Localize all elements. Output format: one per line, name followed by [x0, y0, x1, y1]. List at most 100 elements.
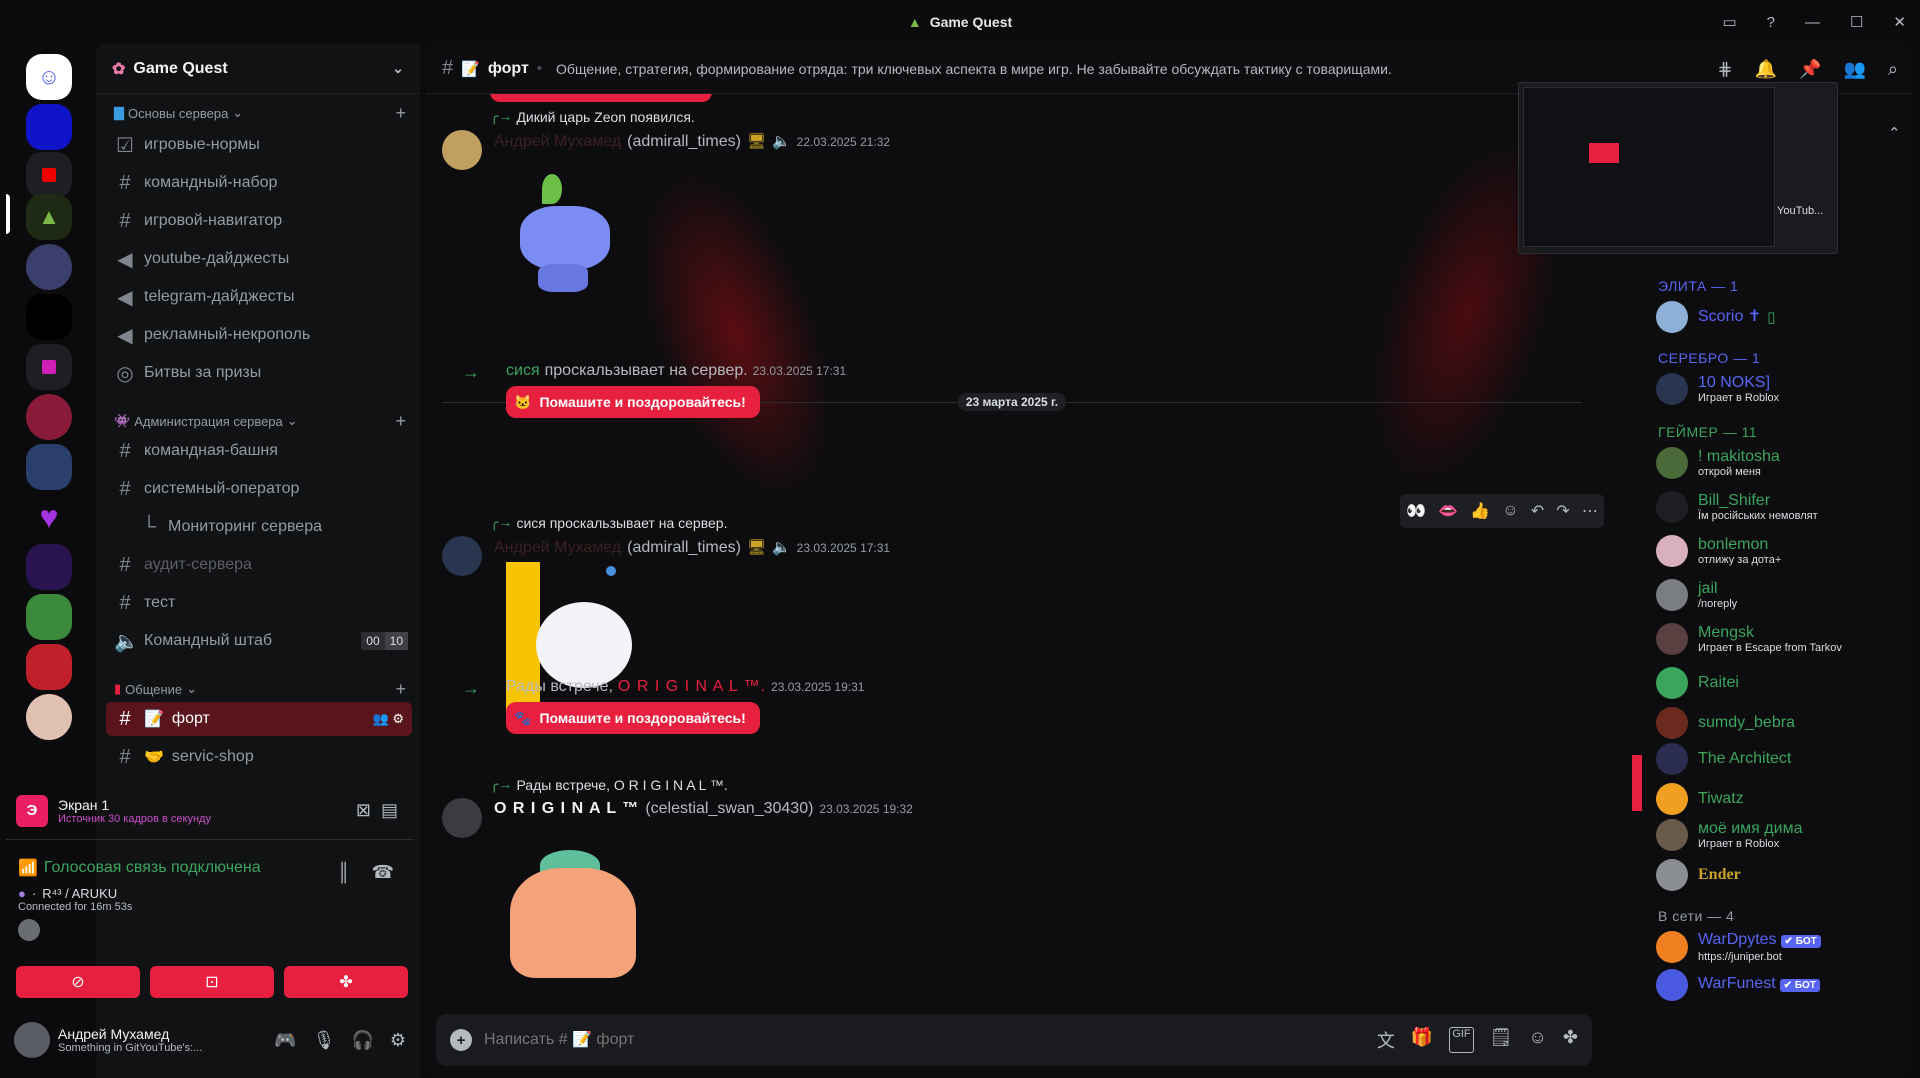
noise-suppression-icon[interactable]: ║ [337, 862, 350, 883]
server-ship[interactable] [26, 544, 72, 590]
pin-icon[interactable]: 📌 [1799, 59, 1821, 80]
reply-preview[interactable]: ╭→ сися проскальзывает на сервер. [490, 514, 1582, 531]
server-dark[interactable] [26, 294, 72, 340]
member-item[interactable]: WarFunest ✔ БОТ [1656, 966, 1906, 1004]
sticker-icon[interactable]: 🗒 [1490, 1027, 1513, 1053]
channel-item-test[interactable]: # тест [106, 586, 412, 620]
sticker-wumpus[interactable] [506, 174, 626, 294]
gift-icon[interactable]: 🎁 [1411, 1027, 1433, 1053]
settings-gear-icon[interactable]: ⚙ [390, 1030, 406, 1051]
gif-icon[interactable]: GIF [1449, 1027, 1474, 1053]
channel-item-telegram[interactable]: ◀ telegram-дайджесты [106, 280, 412, 314]
emoji-icon[interactable]: ☺ [1529, 1027, 1547, 1053]
server-pepe[interactable] [26, 594, 72, 640]
server-game-quest[interactable]: ▲ [26, 194, 72, 240]
author-name[interactable]: Андрей Мухамед [494, 539, 621, 557]
help-icon[interactable]: ? [1767, 14, 1775, 31]
voice-channel-hq[interactable]: 🔈 Командный штаб 00 10 [106, 624, 412, 658]
sticker-peeking-cat[interactable] [506, 562, 650, 722]
member-item[interactable]: Tiwatz [1656, 780, 1906, 818]
member-item[interactable]: 10 NOKS] Играет в Roblox [1656, 370, 1906, 408]
server-flower[interactable] [26, 394, 72, 440]
member-item[interactable]: WarDpytes ✔ БОТ https://juniper.bot [1656, 928, 1906, 966]
close-button[interactable]: ✕ [1893, 13, 1906, 31]
thread-item-monitoring[interactable]: └ Мониторинг сервера [130, 510, 412, 544]
headphones-icon[interactable]: 🎧 [351, 1030, 373, 1051]
stop-stream-icon[interactable]: ⊠ [356, 800, 371, 821]
search-icon[interactable]: ⌕ [1888, 59, 1898, 80]
attach-plus-icon[interactable]: + [450, 1029, 472, 1051]
member-item[interactable]: bonlemon отлижу за дота+ [1656, 532, 1906, 570]
bell-icon[interactable]: 🔔 [1755, 59, 1777, 80]
voice-participant-avatar[interactable] [18, 919, 40, 941]
stream-settings-icon[interactable]: ▤ [381, 800, 398, 821]
channel-item-shop[interactable]: # 🤝 servic-shop [106, 740, 412, 774]
author-name[interactable]: O R I G I N A L ™ [494, 800, 639, 818]
member-item[interactable]: sumdy_bebra [1656, 704, 1906, 742]
camera-button[interactable]: ⊘ [16, 966, 140, 998]
screen-share-button[interactable]: ⊡ [150, 966, 274, 998]
wave-button[interactable]: 🐱 Помашите и поздоровайтесь! [506, 386, 760, 418]
channel-item-tower[interactable]: # командная-башня [106, 434, 412, 468]
channel-item-navigator[interactable]: # игровой-навигатор [106, 204, 412, 238]
members-icon[interactable]: 👥 [1843, 59, 1865, 80]
member-item[interactable]: Mengsk Играет в Escape from Tarkov [1656, 620, 1906, 658]
member-item[interactable]: The Architect [1656, 740, 1906, 778]
wave-button-partial[interactable] [490, 94, 712, 102]
joined-user[interactable]: O R I G I N A L ™. [618, 678, 766, 696]
user-avatar[interactable] [14, 1022, 50, 1058]
more-icon[interactable]: ⋯ [1582, 501, 1598, 521]
server-folder-blue[interactable] [26, 104, 72, 150]
author-avatar[interactable] [442, 798, 482, 838]
channel-item-youtube[interactable]: ◀ youtube-дайджесты [106, 242, 412, 276]
channel-item-prizes[interactable]: ◎ Битвы за призы [106, 356, 412, 390]
channel-item-rules[interactable]: ☑ игровые-нормы [106, 128, 412, 162]
channel-item-fort[interactable]: # 📝 форт 👥 ⚙ [106, 702, 412, 736]
channel-topic[interactable]: Общение, стратегия, формирование отряда:… [556, 61, 1392, 77]
member-item[interactable]: ! makitosha открой меня [1656, 444, 1906, 482]
author-avatar[interactable] [442, 536, 482, 576]
activities-button[interactable]: ✤ [284, 966, 408, 998]
inbox-icon[interactable]: ▭ [1722, 13, 1736, 31]
add-channel-icon[interactable]: + [395, 411, 406, 432]
add-channel-icon[interactable]: + [395, 679, 406, 700]
server-butterfly[interactable] [26, 444, 72, 490]
voice-channel-name[interactable]: ● · R⁴³ / ARUKU [18, 886, 402, 901]
member-item[interactable]: jail/noreply [1656, 576, 1906, 614]
wave-button[interactable]: 🐾 Помашите и поздоровайтесь! [506, 702, 760, 734]
reply-preview[interactable]: ╭→ Рады встрече, O R I G I N A L ™. [490, 776, 1582, 793]
threads-icon[interactable]: ⋕ [1718, 59, 1733, 80]
sticker-peach-character[interactable] [506, 850, 640, 980]
author-avatar[interactable] [442, 130, 482, 170]
server-folder-red[interactable] [26, 152, 72, 198]
message-input[interactable] [484, 1031, 1365, 1049]
server-header[interactable]: ✿ Game Quest ⌄ [96, 44, 420, 94]
microphone-icon[interactable]: 🎙 [313, 1030, 336, 1051]
channel-item-audit[interactable]: # аудит-сервера [106, 548, 412, 582]
minimize-button[interactable]: — [1805, 14, 1820, 31]
member-item[interactable]: моё имя дима Играет в Roblox [1656, 816, 1906, 854]
server-heart[interactable]: ♥ [26, 494, 72, 540]
server-folder-magenta[interactable] [26, 344, 72, 390]
member-item[interactable]: Scorio ✝ ▯ [1656, 298, 1906, 336]
maximize-button[interactable]: ☐ [1850, 13, 1863, 31]
joined-user[interactable]: сися [506, 362, 540, 380]
disconnect-icon[interactable]: ☎ [372, 862, 394, 883]
invite-and-settings-icons[interactable]: 👥 ⚙ [373, 711, 404, 727]
translate-icon[interactable]: 文 [1377, 1027, 1395, 1053]
server-anime[interactable] [26, 244, 72, 290]
chevron-up-icon[interactable]: ⌃ [1888, 124, 1901, 142]
channel-item-operator[interactable]: # системный-оператор [106, 472, 412, 506]
channel-item-ads[interactable]: ◀ рекламный-некрополь [106, 318, 412, 352]
member-item[interactable]: Ender [1656, 856, 1906, 894]
apps-icon[interactable]: ✤ [1563, 1027, 1578, 1053]
server-robot[interactable] [26, 644, 72, 690]
server-cat[interactable] [26, 694, 72, 740]
member-item[interactable]: Bill_Shifer Їм російських немовлят [1656, 488, 1906, 526]
add-channel-icon[interactable]: + [395, 104, 406, 124]
home-button[interactable]: ☺ [26, 54, 72, 100]
category-basics[interactable]: ▇ Основы сервера ⌄ + [114, 104, 406, 124]
author-name[interactable]: Андрей Мухамед [494, 133, 621, 151]
member-item[interactable]: Raitei [1656, 664, 1906, 702]
category-admin[interactable]: 👾 Администрация сервера ⌄ + [114, 410, 406, 432]
